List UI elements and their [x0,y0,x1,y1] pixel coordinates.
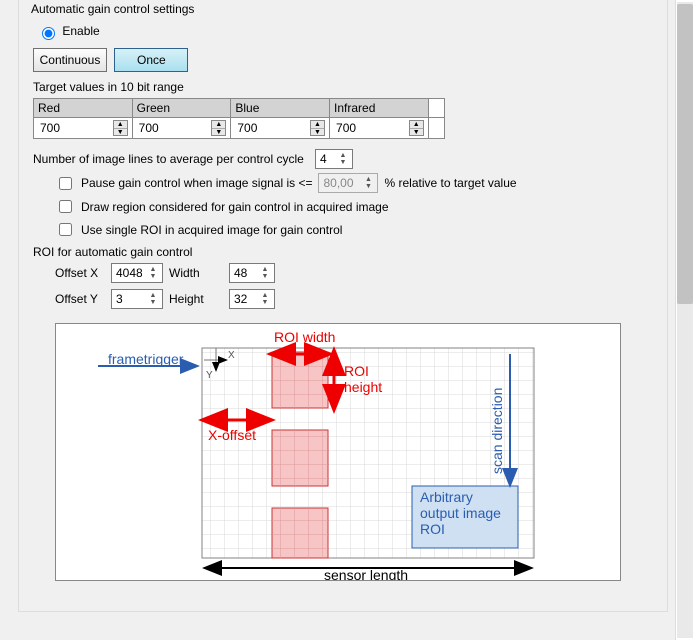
arb-l2: output image [420,505,501,521]
avglines-row: Number of image lines to average per con… [33,149,657,169]
height-input[interactable] [232,291,254,307]
green-spin[interactable]: ▲▼ [211,120,226,136]
offsetx-input[interactable] [114,265,144,281]
width-label: Width [169,266,229,280]
col-infrared: Infrared [330,99,429,118]
drawregion-label: Draw region considered for gain control … [81,200,389,214]
axis-y: Y [206,370,213,381]
panel-title: Automatic gain control settings [27,2,198,16]
arb-l1: Arbitrary [420,489,473,505]
roi-title: ROI for automatic gain control [33,245,657,259]
agc-panel: Automatic gain control settings Enable C… [18,0,668,612]
col-green: Green [132,99,231,118]
offsetx-label: Offset X [55,266,111,280]
sensorlen-label: sensor length [324,567,408,580]
width-spin[interactable]: ▲▼ [229,263,275,283]
height-label: Height [169,292,229,306]
infrared-spin[interactable]: ▲▼ [409,120,424,136]
singleroi-checkbox[interactable] [59,223,72,236]
up-icon: ▲ [212,121,225,129]
pause-row: Pause gain control when image signal is … [55,173,657,193]
offsety-label: Offset Y [55,292,111,306]
down-icon: ▼ [114,129,127,136]
blue-spin[interactable]: ▲▼ [310,120,325,136]
height-spin[interactable]: ▲▼ [229,289,275,309]
target-table: Red Green Blue Infrared ▲▼ ▲▼ ▲▼ ▲▼ [33,98,445,139]
down-icon: ▼ [212,129,225,136]
avglines-input[interactable] [318,151,332,167]
xoffset-label: X-offset [208,427,256,443]
offsety-input[interactable] [114,291,144,307]
down-icon: ▼ [311,129,324,136]
singleroi-label: Use single ROI in acquired image for gai… [81,223,342,237]
drawregion-checkbox[interactable] [59,200,72,213]
enable-text: Enable [62,24,99,38]
down-icon: ▼ [410,129,423,136]
roiwidth-label: ROI width [274,329,335,345]
enable-row: Enable [37,24,657,40]
roih-l2: height [344,379,382,395]
scrollbar-gutter [675,0,695,640]
pause-spin: ▲▼ [318,173,378,193]
width-input[interactable] [232,265,254,281]
red-input[interactable] [38,120,98,136]
up-icon: ▲ [114,121,127,129]
drawregion-row: Draw region considered for gain control … [55,197,657,216]
mode-buttons: Continuous Once [33,48,657,72]
pause-label-pre: Pause gain control when image signal is … [81,176,312,190]
continuous-button[interactable]: Continuous [33,48,107,72]
frametrigger-label: frametrigger [108,351,184,367]
up-icon: ▲ [410,121,423,129]
pause-label-post: % relative to target value [384,176,516,190]
blue-input[interactable] [235,120,295,136]
roi-grid: Offset X ▲▼ Width ▲▼ Offset Y ▲▼ Height … [55,263,657,309]
scandir-label: scan direction [489,388,505,474]
enable-radio[interactable] [42,27,55,40]
singleroi-row: Use single ROI in acquired image for gai… [55,220,657,239]
offsetx-spin[interactable]: ▲▼ [111,263,163,283]
scrollbar-thumb[interactable] [677,4,693,304]
infrared-input[interactable] [334,120,394,136]
axis-x: X [228,350,235,361]
red-spin[interactable]: ▲▼ [113,120,128,136]
pause-checkbox[interactable] [59,177,72,190]
arb-l3: ROI [420,521,445,537]
green-input[interactable] [137,120,197,136]
offsety-spin[interactable]: ▲▼ [111,289,163,309]
once-button[interactable]: Once [114,48,188,72]
col-blue: Blue [231,99,330,118]
up-icon: ▲ [311,121,324,129]
enable-radio-label[interactable]: Enable [37,24,100,38]
col-red: Red [34,99,133,118]
roih-l1: ROI [344,363,369,379]
avglines-label: Number of image lines to average per con… [33,152,309,166]
target-caption: Target values in 10 bit range [33,80,657,94]
roi-diagram: Arbitrary output image ROI frametrigger … [55,323,621,581]
avglines-spin[interactable]: ▲▼ [315,149,353,169]
pause-input [321,175,357,191]
